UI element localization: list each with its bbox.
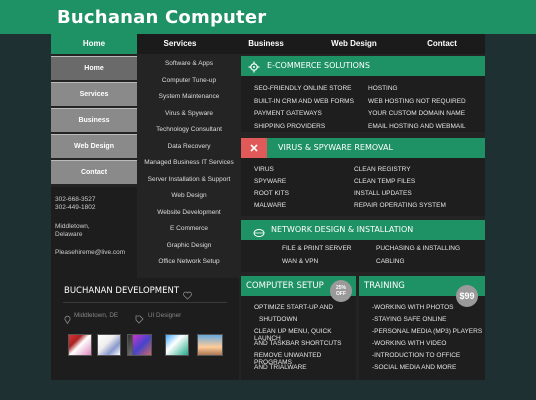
price-badge: $99 xyxy=(456,285,478,307)
service-link[interactable]: System Maintenance xyxy=(138,93,240,100)
page-container: Home Services Business Web Design Contac… xyxy=(51,34,485,380)
discount-label: OFF xyxy=(336,291,346,297)
address-state: Delaware xyxy=(55,230,83,238)
training-item: -WORKING WITH VIDEO xyxy=(372,340,447,347)
training-panel: TRAINING $99 -WORKING WITH PHOTOS -STAYI… xyxy=(359,276,485,380)
ecommerce-feature: BUILT-IN CRM AND WEB FORMS xyxy=(254,97,354,105)
setup-panel: COMPUTER SETUP 25% OFF OPTIMIZE START-UP… xyxy=(241,276,356,380)
development-role: UI Designer xyxy=(148,312,182,319)
service-link[interactable]: Managed Business IT Services xyxy=(138,159,240,166)
service-link[interactable]: Technology Consultant xyxy=(138,126,240,133)
setup-item: AND TASKBAR SHORTCUTS xyxy=(254,340,342,347)
service-link[interactable]: Software & Apps xyxy=(138,60,240,67)
virus-item: ROOT KITS xyxy=(254,190,289,197)
network-item: PUCHASING & INSTALLING xyxy=(376,245,461,252)
portfolio-thumbnail[interactable] xyxy=(132,334,152,356)
tag-icon xyxy=(135,311,144,324)
divider xyxy=(63,302,227,303)
ecommerce-feature: WEB HOSTING NOT REQUIRED xyxy=(368,97,466,105)
training-item: -INTRODUCTION TO OFFICE xyxy=(372,352,461,359)
service-link[interactable]: Web Design xyxy=(138,192,240,199)
virus-item: VIRUS xyxy=(254,166,274,173)
ecommerce-feature: HOSTING xyxy=(368,85,398,92)
ecommerce-feature: EMAIL HOSTING AND WEBMAIL xyxy=(368,122,466,130)
network-title: NETWORK DESIGN & INSTALLATION xyxy=(241,220,485,240)
close-icon xyxy=(241,138,267,158)
email-link[interactable]: Pleasehireme@live.com xyxy=(55,249,137,257)
network-item: CABLING xyxy=(376,258,405,265)
portfolio-thumbnail[interactable] xyxy=(97,334,121,356)
ecommerce-panel: E-COMMERCE SOLUTIONS SEO-FRIENDLY ONLINE… xyxy=(241,56,485,132)
ecommerce-title: E-COMMERCE SOLUTIONS xyxy=(241,56,485,76)
location-pin-icon xyxy=(64,311,71,325)
development-location: Middletown, DE xyxy=(74,312,119,319)
virus-item: REPAIR OPERATING SYSTEM xyxy=(354,202,446,209)
virus-item: CLEAN REGISTRY xyxy=(354,166,411,173)
nav-business[interactable]: Business xyxy=(223,34,309,54)
service-link[interactable]: Virus & Spyware xyxy=(138,110,240,117)
portfolio-thumbnail[interactable] xyxy=(165,334,189,356)
sidebar-item-contact[interactable]: Contact xyxy=(51,160,137,184)
service-link[interactable]: Server Installation & Support xyxy=(138,176,240,183)
virus-item: SPYWARE xyxy=(254,178,287,185)
training-item: -SOCIAL MEDIA AND MORE xyxy=(372,364,457,371)
service-link[interactable]: Office Network Setup xyxy=(138,258,240,265)
sidebar-item-home[interactable]: Home xyxy=(51,56,137,80)
network-icon xyxy=(253,225,265,237)
virus-item: MALWARE xyxy=(254,202,287,209)
nav-web-design[interactable]: Web Design xyxy=(309,34,399,54)
network-item: WAN & VPN xyxy=(282,258,319,265)
portfolio-thumbnail[interactable] xyxy=(68,334,92,356)
virus-item: INSTALL UPDATES xyxy=(354,190,412,197)
training-item: -PERSONAL MEDIA (MP3) PLAYERS xyxy=(372,328,483,335)
nav-contact[interactable]: Contact xyxy=(399,34,485,54)
service-link[interactable]: Computer Tune-up xyxy=(138,77,240,84)
service-link[interactable]: Graphic Design xyxy=(138,242,240,249)
main-nav: Home Services Business Web Design Contac… xyxy=(51,34,485,54)
setup-item: SHUTDOWN xyxy=(259,316,298,323)
network-item: FILE & PRINT SERVER xyxy=(282,245,352,252)
ecommerce-feature: SHIPPING PROVIDERS xyxy=(254,122,326,130)
ecommerce-feature: YOUR CUSTOM DOMAIN NAME xyxy=(368,110,466,117)
discount-badge: 25% OFF xyxy=(330,280,352,302)
development-panel: BUCHANAN DEVELOPMENT Middletown, DE UI D… xyxy=(51,278,239,380)
ecommerce-feature: PAYMENT GATEWAYS xyxy=(254,110,322,117)
portfolio-thumbnail[interactable] xyxy=(197,334,223,356)
service-link[interactable]: Website Development xyxy=(138,209,240,216)
gear-icon xyxy=(248,60,260,73)
phone-number: 302-449-1802 xyxy=(55,204,96,212)
virus-panel: VIRUS & SPYWARE REMOVAL VIRUS SPYWARE RO… xyxy=(241,138,485,216)
virus-item: CLEAN TEMP FILES xyxy=(354,178,416,185)
service-link[interactable]: Data Recovery xyxy=(138,143,240,150)
site-title[interactable]: Buchanan Computer xyxy=(57,7,266,28)
service-link[interactable]: E Commerce xyxy=(138,225,240,232)
virus-title: VIRUS & SPYWARE REMOVAL xyxy=(241,138,485,158)
setup-item: OPTIMIZE START-UP AND xyxy=(254,304,334,311)
setup-item: AND TRIALWARE xyxy=(254,364,307,371)
network-panel: NETWORK DESIGN & INSTALLATION FILE & PRI… xyxy=(241,220,485,272)
nav-services[interactable]: Services xyxy=(137,34,223,54)
phone-number: 302-668-3527 xyxy=(55,196,96,203)
sidebar-item-web-design[interactable]: Web Design xyxy=(51,134,137,158)
nav-home[interactable]: Home xyxy=(51,34,137,54)
development-title: BUCHANAN DEVELOPMENT xyxy=(64,286,180,296)
training-item: -WORKING WITH PHOTOS xyxy=(372,304,454,311)
sidebar-item-services[interactable]: Services xyxy=(51,82,137,106)
sidebar-item-business[interactable]: Business xyxy=(51,108,137,132)
heart-icon[interactable] xyxy=(183,287,192,300)
training-item: -STAYING SAFE ONLINE xyxy=(372,316,447,323)
address-city: Middletown, xyxy=(55,222,90,230)
ecommerce-feature: SEO-FRIENDLY ONLINE STORE xyxy=(254,85,352,92)
